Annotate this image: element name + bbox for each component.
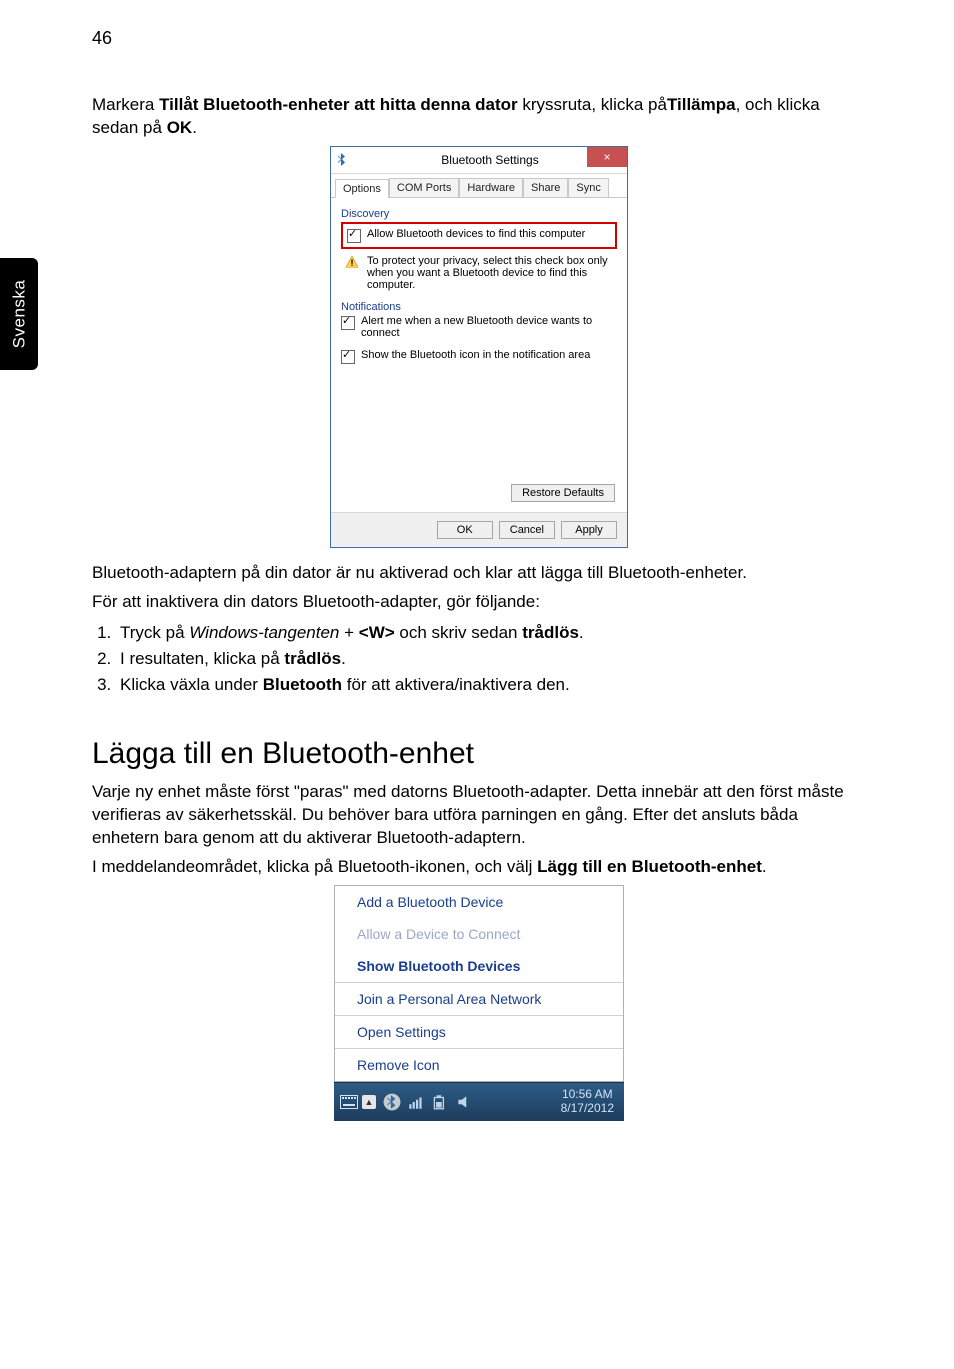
dialog-titlebar: Bluetooth Settings × bbox=[331, 147, 627, 174]
menu-join-pan[interactable]: Join a Personal Area Network bbox=[335, 983, 623, 1015]
intro-paragraph: Markera Tillåt Bluetooth-enheter att hit… bbox=[92, 94, 866, 140]
bluetooth-tray-menu: Add a Bluetooth Device Allow a Device to… bbox=[334, 885, 624, 1082]
alert-new-device-checkbox[interactable] bbox=[341, 316, 355, 330]
bluetooth-tray-icon[interactable] bbox=[383, 1093, 401, 1111]
tab-com-ports[interactable]: COM Ports bbox=[389, 178, 459, 197]
dialog-title: Bluetooth Settings bbox=[353, 153, 627, 167]
taskbar-time: 10:56 AM bbox=[561, 1088, 614, 1101]
disable-intro: För att inaktivera din dators Bluetooth-… bbox=[92, 591, 866, 614]
menu-show-devices[interactable]: Show Bluetooth Devices bbox=[335, 950, 623, 982]
close-icon[interactable]: × bbox=[587, 147, 627, 167]
warning-icon bbox=[345, 255, 359, 269]
tray-instruction: I meddelandeområdet, klicka på Bluetooth… bbox=[92, 856, 866, 879]
language-label: Svenska bbox=[9, 280, 29, 349]
tray-overflow-icon[interactable]: ▲ bbox=[362, 1095, 376, 1109]
taskbar-date: 8/17/2012 bbox=[561, 1102, 614, 1115]
allow-discovery-label: Allow Bluetooth devices to find this com… bbox=[367, 228, 585, 240]
step-1: Tryck på Windows-tangenten + <W> och skr… bbox=[116, 620, 866, 646]
battery-tray-icon[interactable] bbox=[431, 1093, 449, 1111]
taskbar-clock[interactable]: 10:56 AM 8/17/2012 bbox=[561, 1088, 620, 1114]
page-number: 46 bbox=[92, 28, 112, 49]
tab-options[interactable]: Options bbox=[335, 179, 389, 198]
cancel-button[interactable]: Cancel bbox=[499, 521, 555, 539]
privacy-warning-text: To protect your privacy, select this che… bbox=[367, 255, 617, 291]
tab-hardware[interactable]: Hardware bbox=[459, 178, 523, 197]
step-3: Klicka växla under Bluetooth för att akt… bbox=[116, 672, 866, 698]
language-tab: Svenska bbox=[0, 258, 38, 370]
highlighted-option: Allow Bluetooth devices to find this com… bbox=[341, 222, 617, 249]
menu-open-settings[interactable]: Open Settings bbox=[335, 1016, 623, 1048]
bluetooth-settings-dialog: Bluetooth Settings × Options COM Ports H… bbox=[330, 146, 628, 548]
volume-tray-icon[interactable] bbox=[455, 1093, 473, 1111]
tab-strip: Options COM Ports Hardware Share Sync bbox=[331, 174, 627, 198]
step-2: I resultaten, klicka på trådlös. bbox=[116, 646, 866, 672]
allow-discovery-checkbox[interactable] bbox=[347, 229, 361, 243]
menu-add-device[interactable]: Add a Bluetooth Device bbox=[335, 886, 623, 918]
show-icon-checkbox[interactable] bbox=[341, 350, 355, 364]
menu-remove-icon[interactable]: Remove Icon bbox=[335, 1049, 623, 1081]
network-tray-icon[interactable] bbox=[407, 1093, 425, 1111]
notifications-group-label: Notifications bbox=[341, 301, 617, 313]
menu-allow-connect[interactable]: Allow a Device to Connect bbox=[335, 918, 623, 950]
disable-steps-list: Tryck på Windows-tangenten + <W> och skr… bbox=[92, 620, 866, 699]
section-heading: Lägga till en Bluetooth-enhet bbox=[92, 737, 866, 771]
tab-sync[interactable]: Sync bbox=[568, 178, 608, 197]
restore-defaults-button[interactable]: Restore Defaults bbox=[511, 484, 615, 502]
after-dialog-paragraph: Bluetooth-adaptern på din dator är nu ak… bbox=[92, 562, 866, 585]
show-icon-label: Show the Bluetooth icon in the notificat… bbox=[361, 349, 590, 361]
pairing-paragraph: Varje ny enhet måste först "paras" med d… bbox=[92, 781, 866, 850]
taskbar: ▲ 10:56 AM 8/17/2012 bbox=[334, 1082, 624, 1121]
tray-figure: Add a Bluetooth Device Allow a Device to… bbox=[334, 885, 624, 1121]
keyboard-layout-icon[interactable] bbox=[338, 1091, 360, 1113]
apply-button[interactable]: Apply bbox=[561, 521, 617, 539]
alert-new-device-label: Alert me when a new Bluetooth device wan… bbox=[361, 315, 617, 339]
tab-share[interactable]: Share bbox=[523, 178, 568, 197]
bluetooth-icon bbox=[331, 153, 353, 167]
discovery-group-label: Discovery bbox=[341, 208, 617, 220]
ok-button[interactable]: OK bbox=[437, 521, 493, 539]
